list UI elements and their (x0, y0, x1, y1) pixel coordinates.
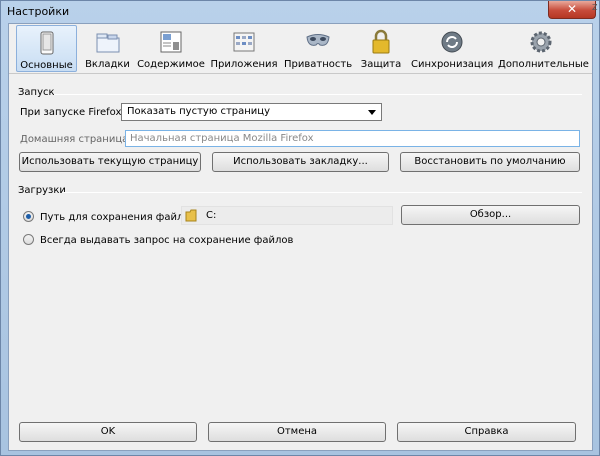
tab-applications[interactable]: Приложения (209, 25, 279, 72)
tab-label: Содержимое (137, 59, 205, 70)
cancel-button[interactable]: Отмена (208, 422, 386, 442)
tab-label: Приватность (284, 59, 353, 70)
on-start-label: При запуске Firefox: (20, 107, 125, 118)
tab-security[interactable]: Защита (359, 25, 403, 72)
tab-label: Синхронизация (411, 59, 494, 70)
browse-button[interactable]: Обзор... (401, 205, 580, 225)
homepage-input[interactable]: Начальная страница Mozilla Firefox (125, 130, 580, 147)
tab-sync[interactable]: Синхронизация (411, 25, 493, 72)
tab-content[interactable]: Содержимое (137, 25, 205, 72)
chevron-down-icon (368, 110, 376, 115)
restore-default-button[interactable]: Восстановить по умолчанию (400, 152, 580, 172)
ok-button[interactable]: OK (19, 422, 197, 442)
tab-label: Приложения (210, 59, 278, 70)
always-ask-radio[interactable] (23, 234, 34, 245)
save-path-radio[interactable] (23, 211, 34, 222)
tab-privacy[interactable]: Приватность (284, 25, 352, 72)
tab-label: Основные (20, 60, 73, 71)
applications-icon (233, 32, 255, 52)
on-start-select[interactable]: Показать пустую страницу (121, 103, 382, 121)
always-ask-label: Всегда выдавать запрос на сохранение фай… (40, 235, 294, 246)
save-path-field: C: (181, 206, 393, 225)
settings-window: Настройки ✕ Z Основные Вкладки Содержимо… (0, 0, 600, 456)
help-button[interactable]: Справка (397, 422, 576, 442)
tab-label: Дополнительные (498, 59, 589, 70)
tab-advanced[interactable]: Дополнительные (498, 25, 589, 72)
tab-label: Вкладки (85, 59, 130, 70)
title-bar[interactable]: Настройки ✕ Z (1, 1, 599, 23)
use-bookmark-button[interactable]: Использовать закладку... (212, 152, 389, 172)
downloads-section-title: Загрузки (18, 185, 66, 196)
save-path-label: Путь для сохранения файлов (40, 212, 196, 223)
use-current-page-button[interactable]: Использовать текущую страницу (19, 152, 201, 172)
homepage-label: Домашняя страница: (20, 134, 132, 145)
preferences-toolbar: Основные Вкладки Содержимое Приложения П… (9, 24, 592, 74)
downloads-separator (62, 192, 582, 193)
tab-general[interactable]: Основные (16, 25, 77, 72)
startup-separator (54, 94, 582, 95)
on-start-value: Показать пустую страницу (127, 106, 271, 117)
gear-icon (530, 31, 552, 53)
homepage-placeholder: Начальная страница Mozilla Firefox (130, 133, 314, 144)
dialog-client: Основные Вкладки Содержимое Приложения П… (8, 23, 593, 451)
folder-icon (185, 209, 197, 222)
tab-tabs[interactable]: Вкладки (80, 25, 135, 72)
save-path-value: C: (206, 210, 217, 221)
sync-icon (441, 31, 463, 53)
tabs-icon (96, 33, 119, 53)
general-pane: Запуск При запуске Firefox: Показать пус… (9, 75, 592, 415)
dialog-footer: OK Отмена Справка (9, 415, 592, 452)
window-title: Настройки (7, 5, 70, 18)
mask-icon (306, 34, 330, 46)
content-icon (160, 31, 182, 53)
edge-glyph: Z (592, 3, 598, 12)
lock-icon (372, 29, 390, 54)
startup-section-title: Запуск (18, 87, 55, 98)
close-button[interactable]: ✕ (548, 1, 596, 19)
tab-label: Защита (360, 59, 402, 70)
switch-icon (40, 31, 53, 55)
